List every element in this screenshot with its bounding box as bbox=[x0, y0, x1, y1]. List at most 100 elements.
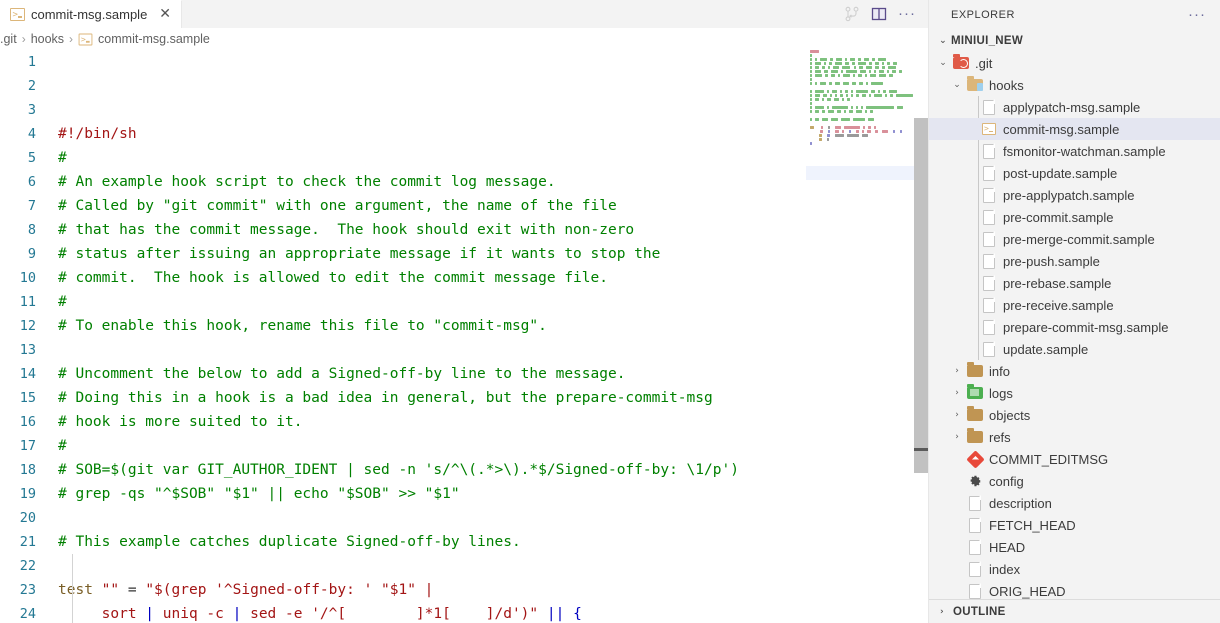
code-line[interactable]: sort | uniq -c | sed -e '/^[ ]*1[ ]/d')"… bbox=[58, 602, 928, 623]
line-number: 11 bbox=[19, 294, 36, 310]
split-editor-icon[interactable] bbox=[871, 6, 887, 22]
git-file-icon-wrap bbox=[965, 449, 985, 469]
explorer-title: EXPLORER bbox=[951, 9, 1015, 21]
tree-item-applypatch-msg-sample[interactable]: applypatch-msg.sample bbox=[929, 96, 1220, 118]
folder-open-icon-wrap bbox=[965, 76, 985, 91]
folder-open-icon bbox=[967, 76, 983, 91]
tree-item-label: post-update.sample bbox=[1003, 165, 1118, 181]
tree-item-orig-head[interactable]: ORIG_HEAD bbox=[929, 580, 1220, 599]
tree-item-fetch-head[interactable]: FETCH_HEAD bbox=[929, 514, 1220, 536]
code-line[interactable]: # bbox=[58, 434, 928, 458]
tree-item-post-update-sample[interactable]: post-update.sample bbox=[929, 162, 1220, 184]
code-line[interactable]: # grep -qs "^$SOB" "$1" || echo "$SOB" >… bbox=[58, 482, 928, 506]
chevron-down-icon[interactable]: ⌄ bbox=[935, 36, 951, 46]
code-line[interactable]: # This example catches duplicate Signed-… bbox=[58, 530, 928, 554]
code-line[interactable]: # An example hook script to check the co… bbox=[58, 170, 928, 194]
code-line[interactable]: # status after issuing an appropriate me… bbox=[58, 242, 928, 266]
code-line[interactable]: # Called by "git commit" with one argume… bbox=[58, 194, 928, 218]
git-file-icon bbox=[965, 449, 985, 469]
tree-item-index[interactable]: index bbox=[929, 558, 1220, 580]
chevron-right-icon[interactable]: › bbox=[949, 388, 965, 398]
tree-item-objects[interactable]: › objects bbox=[929, 404, 1220, 426]
breadcrumb-item-hooks[interactable]: hooks bbox=[31, 32, 64, 46]
breadcrumb-item-commit-msg-sample[interactable]: commit-msg.sample bbox=[78, 32, 210, 46]
tree-item-update-sample[interactable]: update.sample bbox=[929, 338, 1220, 360]
tree-root-miniui-new[interactable]: ⌄ MINIUI_NEW bbox=[929, 30, 1220, 52]
code-line[interactable] bbox=[58, 506, 928, 530]
code-content[interactable]: #!/bin/sh # # An example hook script to ch… bbox=[44, 50, 928, 623]
tree-item-fsmonitor-watchman-sample[interactable]: fsmonitor-watchman.sample bbox=[929, 140, 1220, 162]
file-icon-wrap bbox=[979, 341, 999, 357]
code-token: # hook is more suited to it. bbox=[58, 414, 303, 430]
tree-item-description[interactable]: description bbox=[929, 492, 1220, 514]
code-line[interactable]: # commit. The hook is allowed to edit th… bbox=[58, 266, 928, 290]
more-actions-icon[interactable]: ··· bbox=[898, 6, 916, 21]
tree-item-commit-msg-sample[interactable]: commit-msg.sample bbox=[929, 118, 1220, 140]
line-number: 2 bbox=[27, 78, 36, 94]
tree-item-pre-push-sample[interactable]: pre-push.sample bbox=[929, 250, 1220, 272]
line-number: 24 bbox=[19, 606, 36, 622]
editor-vertical-scrollbar[interactable] bbox=[914, 100, 928, 623]
tree-item-prepare-commit-msg-sample[interactable]: prepare-commit-msg.sample bbox=[929, 316, 1220, 338]
line-number: 7 bbox=[27, 198, 36, 214]
tree-item-pre-merge-commit-sample[interactable]: pre-merge-commit.sample bbox=[929, 228, 1220, 250]
explorer-more-icon[interactable]: ··· bbox=[1188, 7, 1206, 22]
outline-label: OUTLINE bbox=[953, 605, 1006, 618]
explorer-tree[interactable]: ⌄ MINIUI_NEW ⌄ .git ⌄ hooks applypatch-msg.sam… bbox=[929, 24, 1220, 599]
code-line[interactable]: # Uncomment the below to add a Signed-of… bbox=[58, 362, 928, 386]
tree-item-label: index bbox=[989, 561, 1021, 577]
code-line[interactable]: # bbox=[58, 290, 928, 314]
code-line[interactable]: # To enable this hook, rename this file … bbox=[58, 314, 928, 338]
tree-item-logs[interactable]: › logs bbox=[929, 382, 1220, 404]
breadcrumb: .git › hooks › commit-msg.sample bbox=[0, 28, 928, 50]
code-token: # Doing this in a hook is a bad idea in … bbox=[58, 390, 713, 406]
folder-icon-wrap bbox=[965, 428, 985, 443]
file-icon-wrap bbox=[979, 297, 999, 313]
editor-tab-commit-msg-sample[interactable]: commit-msg.sample ✕ bbox=[0, 0, 183, 28]
code-line[interactable]: #!/bin/sh bbox=[58, 122, 928, 146]
code-token: | bbox=[136, 606, 163, 622]
tree-item-refs[interactable]: › refs bbox=[929, 426, 1220, 448]
scrollbar-thumb[interactable] bbox=[914, 118, 928, 473]
outline-section-header[interactable]: › OUTLINE bbox=[929, 599, 1220, 623]
code-token: "$(grep '^Signed-off-by: ' "$1" | bbox=[145, 582, 434, 598]
tree-item-info[interactable]: › info bbox=[929, 360, 1220, 382]
tree-item-hooks[interactable]: ⌄ hooks bbox=[929, 74, 1220, 96]
tree-item-config[interactable]: config bbox=[929, 470, 1220, 492]
code-line[interactable]: # Doing this in a hook is a bad idea in … bbox=[58, 386, 928, 410]
chevron-down-icon[interactable]: ⌄ bbox=[949, 80, 965, 90]
chevron-down-icon[interactable]: ⌄ bbox=[935, 58, 951, 68]
code-line[interactable]: # hook is more suited to it. bbox=[58, 410, 928, 434]
tree-item-pre-applypatch-sample[interactable]: pre-applypatch.sample bbox=[929, 184, 1220, 206]
tree-item-pre-receive-sample[interactable]: pre-receive.sample bbox=[929, 294, 1220, 316]
tree-item-pre-commit-sample[interactable]: pre-commit.sample bbox=[929, 206, 1220, 228]
code-token: test bbox=[58, 582, 93, 598]
code-line[interactable]: # that has the commit message. The hook … bbox=[58, 218, 928, 242]
code-token: # Called by "git commit" with one argume… bbox=[58, 198, 617, 214]
code-line[interactable]: # bbox=[58, 146, 928, 170]
line-number: 18 bbox=[19, 462, 36, 478]
line-number: 20 bbox=[19, 510, 36, 526]
chevron-right-icon[interactable]: › bbox=[949, 366, 965, 376]
code-line[interactable] bbox=[58, 338, 928, 362]
code-line[interactable] bbox=[58, 554, 928, 578]
code-token: "" bbox=[101, 582, 120, 598]
file-icon bbox=[983, 297, 995, 313]
tree-item-head[interactable]: HEAD bbox=[929, 536, 1220, 558]
tree-item--git[interactable]: ⌄ .git bbox=[929, 52, 1220, 74]
source-control-graph-icon[interactable] bbox=[844, 6, 860, 22]
tree-item-commit-editmsg[interactable]: COMMIT_EDITMSG bbox=[929, 448, 1220, 470]
tree-item-pre-rebase-sample[interactable]: pre-rebase.sample bbox=[929, 272, 1220, 294]
code-line[interactable]: # SOB=$(git var GIT_AUTHOR_IDENT | sed -… bbox=[58, 458, 928, 482]
breadcrumb-item--git[interactable]: .git bbox=[0, 32, 17, 46]
breadcrumb-item-label: commit-msg.sample bbox=[98, 32, 210, 46]
folder-logs-icon bbox=[967, 384, 983, 399]
code-line[interactable]: test "" = "$(grep '^Signed-off-by: ' "$1… bbox=[58, 578, 928, 602]
file-icon-wrap bbox=[979, 143, 999, 159]
code-editor[interactable]: 1 2 3 4 5 6 7 8 9 10 11 12 13 14 15 16 17 18 19 20 21 22 23 24 … bbox=[0, 50, 928, 623]
chevron-right-icon[interactable]: › bbox=[949, 432, 965, 442]
line-number: 6 bbox=[27, 174, 36, 190]
chevron-right-icon[interactable]: › bbox=[949, 410, 965, 420]
file-icon-wrap bbox=[979, 209, 999, 225]
close-icon[interactable]: ✕ bbox=[153, 7, 173, 23]
